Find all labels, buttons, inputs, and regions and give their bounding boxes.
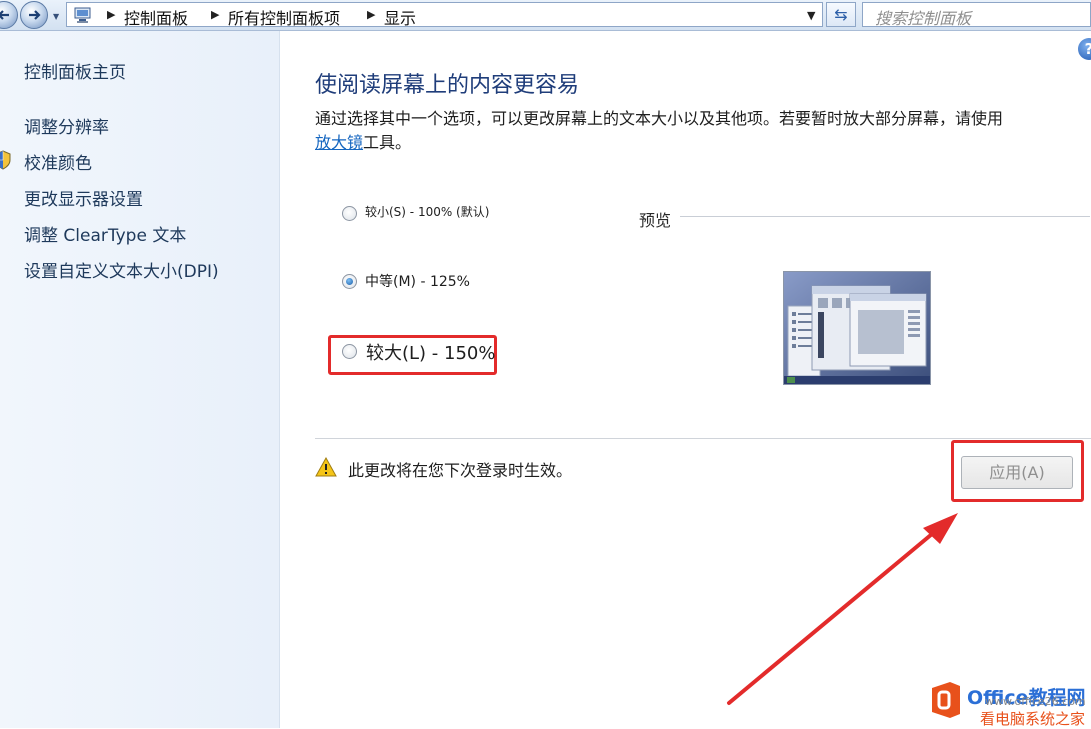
sidebar-item-custom-dpi[interactable]: 设置自定义文本大小(DPI) xyxy=(24,257,219,282)
uac-shield-icon xyxy=(0,150,11,170)
restart-notice: 此更改将在您下次登录时生效。 xyxy=(348,461,573,480)
radio-larger[interactable] xyxy=(342,344,357,359)
back-arrow-icon xyxy=(0,10,9,20)
breadcrumb-separator-icon[interactable]: ▶ xyxy=(107,8,115,21)
radio-smaller[interactable] xyxy=(342,206,357,221)
option-label-smaller[interactable]: 较小(S) - 100% (默认) xyxy=(365,203,489,220)
description-suffix: 工具。 xyxy=(363,133,412,152)
preview-divider xyxy=(680,216,1090,217)
sidebar-item-adjust-cleartype[interactable]: 调整 ClearType 文本 xyxy=(24,221,186,246)
breadcrumb-control-panel[interactable]: 控制面板 xyxy=(124,5,188,29)
forward-button[interactable] xyxy=(20,1,48,29)
watermark-subtitle: 看电脑系统之家 xyxy=(980,710,1086,728)
office-logo-icon xyxy=(932,682,960,718)
help-icon[interactable]: ? xyxy=(1078,38,1091,60)
sidebar-item-adjust-resolution[interactable]: 调整分辨率 xyxy=(24,113,109,138)
main-content: ? 使阅读屏幕上的内容更容易 通过选择其中一个选项，可以更改屏幕上的文本大小以及… xyxy=(280,31,1091,728)
sidebar-item-change-display-settings[interactable]: 更改显示器设置 xyxy=(24,185,143,210)
refresh-icon: ⇆ xyxy=(834,5,848,24)
sidebar: 控制面板主页 调整分辨率 校准颜色 更改显示器设置 调整 ClearType 文… xyxy=(0,31,280,728)
section-divider xyxy=(315,438,1091,439)
control-panel-icon xyxy=(74,7,91,23)
address-dropdown-icon[interactable]: ▼ xyxy=(807,9,815,22)
breadcrumb-separator-icon[interactable]: ▶ xyxy=(367,8,375,21)
page-title: 使阅读屏幕上的内容更容易 xyxy=(315,73,580,98)
sidebar-item-calibrate-color[interactable]: 校准颜色 xyxy=(24,149,92,174)
magnifier-link[interactable]: 放大镜 xyxy=(315,133,363,152)
breadcrumb-all-items[interactable]: 所有控制面板项 xyxy=(228,5,340,29)
sidebar-item-control-panel-home[interactable]: 控制面板主页 xyxy=(24,58,126,83)
preview-label: 预览 xyxy=(639,211,672,230)
search-placeholder: 搜索控制面板 xyxy=(875,9,972,28)
desktop-preview-icon xyxy=(784,272,930,384)
warning-icon xyxy=(315,457,337,477)
back-button[interactable] xyxy=(0,1,18,29)
preview-thumbnail xyxy=(783,271,931,385)
refresh-button[interactable]: ⇆ xyxy=(826,2,856,27)
search-input[interactable]: 搜索控制面板 xyxy=(862,2,1091,28)
watermark-url: www.office26.com xyxy=(985,695,1086,708)
description-line-1: 通过选择其中一个选项，可以更改屏幕上的文本大小以及其他项。若要暂时放大部分屏幕，… xyxy=(315,109,1004,128)
forward-arrow-icon xyxy=(29,10,41,20)
option-label-medium[interactable]: 中等(M) - 125% xyxy=(365,271,470,291)
recent-pages-dropdown-icon[interactable]: ▼ xyxy=(53,12,59,21)
option-label-larger[interactable]: 较大(L) - 150% xyxy=(366,339,495,365)
breadcrumb-separator-icon[interactable]: ▶ xyxy=(211,8,219,21)
description-line-2: 放大镜工具。 xyxy=(315,129,411,153)
breadcrumb-display[interactable]: 显示 xyxy=(384,5,416,29)
address-bar: ▼ ▶ 控制面板 ▶ 所有控制面板项 ▶ 显示 ▼ ⇆ 搜索控制面板 xyxy=(0,0,1091,31)
radio-medium[interactable] xyxy=(342,274,357,289)
address-path-box[interactable]: ▶ 控制面板 ▶ 所有控制面板项 ▶ 显示 ▼ xyxy=(66,2,823,29)
apply-button[interactable]: 应用(A) xyxy=(961,456,1073,489)
